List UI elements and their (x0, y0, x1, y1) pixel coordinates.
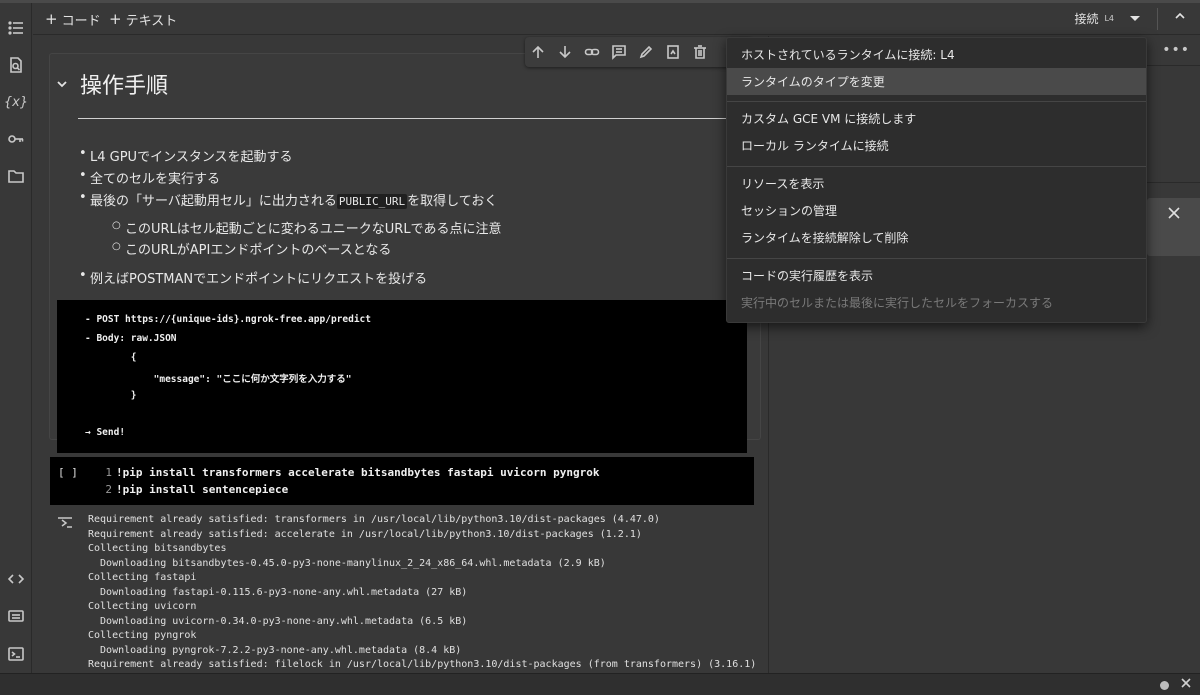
add-code-button[interactable]: + コード (45, 10, 101, 30)
list-item: 最後の「サーバ起動用セル」に出力されるPUBLIC_URLを取得しておく (79, 190, 498, 209)
terminal-icon[interactable] (6, 644, 26, 664)
menu-item-connect-hosted[interactable]: ホストされているランタイムに接続: L4 (727, 41, 1146, 68)
output-line: Downloading pyngrok-7.2.2-py3-none-any.w… (88, 644, 462, 656)
menu-item-execution-history[interactable]: コードの実行履歴を表示 (727, 262, 1146, 289)
connect-button[interactable]: 接続 L4 (1074, 10, 1140, 27)
chevron-up-icon[interactable] (1174, 10, 1186, 26)
inline-code: PUBLIC_URL (336, 194, 408, 209)
list-item: L4 GPUでインスタンスを起動する (79, 146, 293, 165)
add-text-label: テキスト (125, 14, 178, 29)
secrets-key-icon[interactable] (6, 129, 26, 149)
markdown-code-block: - POST https://{unique-ids}.ngrok-free.a… (57, 300, 747, 453)
command-palette-icon[interactable] (6, 606, 26, 626)
find-icon[interactable] (6, 55, 26, 75)
move-up-icon[interactable] (530, 44, 546, 60)
caret-down-icon[interactable] (1130, 16, 1140, 21)
code-block-line: } (85, 390, 137, 401)
mirror-cell-icon[interactable] (665, 44, 681, 60)
delete-icon[interactable] (692, 44, 708, 60)
menu-item-view-resources[interactable]: リソースを表示 (727, 170, 1146, 197)
list-item-text: を取得しておく (407, 194, 498, 209)
code-snippets-icon[interactable] (6, 569, 26, 589)
menu-item-change-runtime-type[interactable]: ランタイムのタイプを変更 (727, 68, 1146, 95)
code-cell[interactable]: [ ] 1 2 !pip install transformers accele… (50, 457, 754, 505)
runtime-badge: L4 (1104, 14, 1114, 23)
toolbar-separator (1157, 8, 1158, 30)
output-line: Downloading bitsandbytes-0.45.0-py3-none… (88, 557, 606, 569)
runtime-menu: ホストされているランタイムに接続: L4 ランタイムのタイプを変更 カスタム G… (726, 37, 1147, 323)
code-line[interactable]: !pip install transformers accelerate bit… (116, 466, 599, 479)
code-block-line: - Body: raw.JSON (85, 333, 177, 344)
text-cell[interactable]: 操作手順 L4 GPUでインスタンスを起動する 全てのセルを実行する 最後の「サ… (50, 54, 760, 453)
section-title: 操作手順 (80, 74, 169, 99)
run-cell-button[interactable]: [ ] (58, 466, 78, 479)
more-options-icon[interactable]: ••• (1162, 42, 1190, 58)
cell-toolbar (525, 37, 753, 67)
add-text-button[interactable]: + テキスト (109, 10, 178, 30)
output-line: Downloading uvicorn-0.34.0-py3-none-any.… (88, 615, 468, 627)
menu-separator (727, 258, 1146, 259)
line-number: 2 (105, 483, 112, 496)
plus-icon: + (109, 10, 122, 28)
menu-item-manage-sessions[interactable]: セッションの管理 (727, 197, 1146, 224)
plus-icon: + (45, 10, 58, 28)
comment-icon[interactable] (611, 44, 627, 60)
code-line[interactable]: !pip install sentencepiece (116, 483, 288, 496)
menu-item-custom-gce-vm[interactable]: カスタム GCE VM に接続します (727, 105, 1146, 132)
line-number: 1 (105, 466, 112, 479)
status-indicator[interactable] (1160, 681, 1169, 690)
output-line: Collecting uvicorn (88, 601, 197, 612)
variables-icon[interactable]: {x} (4, 92, 28, 112)
sub-list-item: このURLがAPIエンドポイントのベースとなる (112, 239, 391, 258)
table-of-contents-icon[interactable] (6, 18, 26, 38)
code-block-line: - POST https://{unique-ids}.ngrok-free.a… (85, 314, 371, 325)
close-icon[interactable] (1180, 677, 1192, 692)
notebook-toolbar: + コード + テキスト 接続 L4 (33, 3, 1200, 35)
output-line: Requirement already satisfied: transform… (88, 514, 660, 525)
code-block-line: → Send! (85, 427, 126, 438)
edit-icon[interactable] (638, 44, 654, 60)
link-icon[interactable] (584, 44, 600, 60)
add-code-label: コード (61, 14, 101, 29)
menu-item-focus-executing-cell: 実行中のセルまたは最後に実行したセルをフォーカスする (741, 296, 1054, 310)
menu-item-local-runtime[interactable]: ローカル ランタイムに接続 (727, 132, 1146, 159)
output-line: Collecting bitsandbytes (88, 543, 227, 554)
sub-list-item: このURLはセル起動ごとに変わるユニークなURLである点に注意 (112, 218, 501, 237)
list-item: 例えばPOSTMANでエンドポイントにリクエストを投げる (79, 268, 427, 287)
folder-icon[interactable] (6, 166, 26, 186)
move-down-icon[interactable] (557, 44, 573, 60)
code-block-line: { (85, 352, 137, 363)
output-line: Downloading fastapi-0.115.6-py3-none-any… (88, 586, 468, 598)
menu-separator (727, 166, 1146, 167)
list-item-text: 最後の「サーバ起動用セル」に出力される (90, 194, 337, 209)
status-bar (0, 673, 1200, 695)
notebook-panel: 操作手順 L4 GPUでインスタンスを起動する 全てのセルを実行する 最後の「サ… (33, 36, 768, 673)
output-line: Requirement already satisfied: filelock … (88, 659, 757, 670)
list-item: 全てのセルを実行する (79, 168, 220, 187)
chevron-down-icon[interactable] (56, 78, 68, 94)
menu-item-disconnect-delete[interactable]: ランタイムを接続解除して削除 (727, 224, 1146, 251)
connect-label: 接続 (1074, 12, 1099, 26)
menu-separator (727, 101, 1146, 102)
code-block-line: "message": "ここに何か文字列を入力する" (85, 374, 352, 385)
close-icon[interactable] (1167, 206, 1181, 224)
output-line: Requirement already satisfied: accelerat… (88, 528, 642, 540)
output-line: Collecting pyngrok (88, 630, 197, 641)
left-rail: {x} (0, 3, 32, 673)
heading-rule (78, 118, 748, 119)
output-line: Collecting fastapi (88, 572, 197, 583)
output-actions-icon[interactable] (57, 514, 73, 534)
